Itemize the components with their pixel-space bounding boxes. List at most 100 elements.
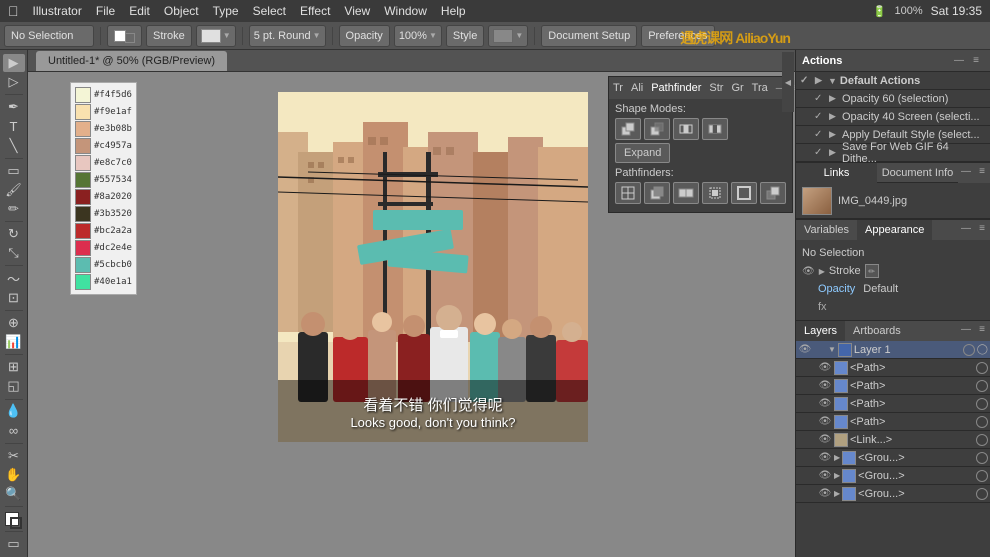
- color-swatch[interactable]: [75, 138, 91, 154]
- actions-panel-minimize[interactable]: —: [954, 55, 964, 66]
- pen-tool[interactable]: ✒: [3, 98, 25, 116]
- path2-target[interactable]: [976, 380, 988, 392]
- mesh-tool[interactable]: ⊞: [3, 358, 25, 376]
- column-graph-tool[interactable]: 📊: [3, 333, 25, 351]
- menu-object[interactable]: Object: [164, 4, 199, 18]
- menu-file[interactable]: File: [96, 4, 115, 18]
- color-swatch[interactable]: [75, 257, 91, 273]
- menu-view[interactable]: View: [344, 4, 370, 18]
- layer-vis-path1[interactable]: 👁: [818, 361, 832, 375]
- scissors-tool[interactable]: ✂: [3, 447, 25, 465]
- exclude-button[interactable]: [702, 118, 728, 140]
- color-swatch[interactable]: [75, 121, 91, 137]
- paintbrush-tool[interactable]: 🖌: [3, 181, 25, 199]
- pf-tab-str[interactable]: Str: [709, 82, 723, 94]
- opacity-row[interactable]: Opacity Default: [802, 280, 984, 298]
- merge-button[interactable]: [673, 182, 699, 204]
- symbol-sprayer-tool[interactable]: ⊕: [3, 314, 25, 332]
- layer-vis-path3[interactable]: 👁: [818, 397, 832, 411]
- appearance-panel-menu[interactable]: ≡: [974, 220, 990, 236]
- color-swatch[interactable]: [75, 172, 91, 188]
- menu-type[interactable]: Type: [213, 4, 239, 18]
- text-tool[interactable]: T: [3, 117, 25, 135]
- screen-mode-button[interactable]: ▭: [3, 535, 25, 553]
- appearance-panel-minimize[interactable]: —: [958, 220, 974, 236]
- menu-window[interactable]: Window: [384, 4, 427, 18]
- intersect-button[interactable]: [673, 118, 699, 140]
- apple-menu[interactable]: : [8, 3, 19, 19]
- stroke-visibility-eye[interactable]: 👁: [802, 266, 815, 277]
- layer-row-path2[interactable]: 👁 <Path>: [796, 377, 990, 395]
- gradient-tool[interactable]: ◱: [3, 377, 25, 395]
- layer-row-path4[interactable]: 👁 <Path>: [796, 413, 990, 431]
- menu-effect[interactable]: Effect: [300, 4, 330, 18]
- expand-button[interactable]: Expand: [615, 143, 670, 163]
- layer-visibility-toggle-1[interactable]: ◯: [977, 344, 988, 355]
- actions-folder[interactable]: ✓ ▶ ▼ Default Actions: [796, 72, 990, 90]
- crop-button[interactable]: [702, 182, 728, 204]
- unite-button[interactable]: [615, 118, 641, 140]
- link-item-0[interactable]: IMG_0449.jpg: [796, 183, 990, 219]
- minus-back-button[interactable]: [760, 182, 786, 204]
- color-swatch[interactable]: [75, 206, 91, 222]
- layer-row-group3[interactable]: 👁 ▶ <Grou...>: [796, 485, 990, 503]
- stroke-row[interactable]: 👁 ▶ Stroke ✏: [802, 262, 984, 280]
- layer-target-1[interactable]: [963, 344, 975, 356]
- color-swatch[interactable]: [75, 274, 91, 290]
- action-item-1[interactable]: ✓ ▶ Opacity 40 Screen (selecti...: [796, 108, 990, 126]
- pf-tab-tra[interactable]: Tra: [752, 82, 768, 94]
- rectangle-tool[interactable]: ▭: [3, 162, 25, 180]
- layer-row-path3[interactable]: 👁 <Path>: [796, 395, 990, 413]
- layer-vis-path4[interactable]: 👁: [818, 415, 832, 429]
- pf-tab-pathfinder[interactable]: Pathfinder: [651, 82, 701, 94]
- layer-vis-link[interactable]: 👁: [818, 433, 832, 447]
- stroke-color-picker[interactable]: ▼: [196, 25, 236, 47]
- group1-expand[interactable]: ▶: [834, 453, 840, 462]
- appearance-tab[interactable]: Appearance: [857, 220, 932, 240]
- stroke-size-picker[interactable]: 5 pt. Round ▼: [249, 25, 326, 47]
- layer-visibility-1[interactable]: 👁: [798, 343, 812, 357]
- actions-panel-menu[interactable]: ≡: [968, 53, 984, 69]
- canvas[interactable]: #f4f5d6 #f9e1af #e3b08b #c4957a #e8c7c0: [28, 72, 795, 557]
- menu-help[interactable]: Help: [441, 4, 466, 18]
- document-setup-button[interactable]: Document Setup: [541, 25, 637, 47]
- links-tab-links[interactable]: Links: [796, 163, 877, 183]
- layer-vis-group1[interactable]: 👁: [818, 451, 832, 465]
- layer-lock-1[interactable]: [814, 344, 826, 356]
- divide-button[interactable]: [615, 182, 641, 204]
- layer-row-group1[interactable]: 👁 ▶ <Grou...>: [796, 449, 990, 467]
- links-panel-menu[interactable]: ≡: [974, 163, 990, 179]
- stroke-edit-icon[interactable]: ✏: [865, 264, 879, 278]
- eyedropper-tool[interactable]: 💧: [3, 402, 25, 420]
- layers-panel-menu[interactable]: ≡: [974, 321, 990, 337]
- layer-row-1[interactable]: 👁 ▼ Layer 1 ◯: [796, 341, 990, 359]
- line-tool[interactable]: ╲: [3, 137, 25, 155]
- free-transform-tool[interactable]: ⊡: [3, 289, 25, 307]
- artboards-tab[interactable]: Artboards: [845, 321, 909, 341]
- layers-tab[interactable]: Layers: [796, 321, 845, 341]
- zoom-tool[interactable]: 🔍: [3, 485, 25, 503]
- trim-button[interactable]: [644, 182, 670, 204]
- pf-tab-ali[interactable]: Ali: [631, 82, 643, 94]
- opacity-picker[interactable]: 100% ▼: [394, 25, 442, 47]
- color-swatch[interactable]: [75, 155, 91, 171]
- layer-vis-group3[interactable]: 👁: [818, 487, 832, 501]
- blend-tool[interactable]: ∞: [3, 422, 25, 440]
- fill-stroke-toggle[interactable]: [107, 25, 142, 47]
- layers-panel-minimize[interactable]: —: [958, 321, 974, 337]
- menu-illustrator[interactable]: Illustrator: [33, 4, 82, 18]
- path1-target[interactable]: [976, 362, 988, 374]
- color-swatch[interactable]: [75, 104, 91, 120]
- action-item-0[interactable]: ✓ ▶ Opacity 60 (selection): [796, 90, 990, 108]
- layer-row-link[interactable]: 👁 <Link...>: [796, 431, 990, 449]
- menu-select[interactable]: Select: [253, 4, 286, 18]
- link-target[interactable]: [976, 434, 988, 446]
- pencil-tool[interactable]: ✏: [3, 200, 25, 218]
- links-tab-docinfo[interactable]: Document Info: [877, 163, 958, 183]
- layer-row-group2[interactable]: 👁 ▶ <Grou...>: [796, 467, 990, 485]
- path4-target[interactable]: [976, 416, 988, 428]
- group2-target[interactable]: [976, 470, 988, 482]
- outline-button[interactable]: [731, 182, 757, 204]
- color-swatch[interactable]: [75, 223, 91, 239]
- variables-tab[interactable]: Variables: [796, 220, 857, 240]
